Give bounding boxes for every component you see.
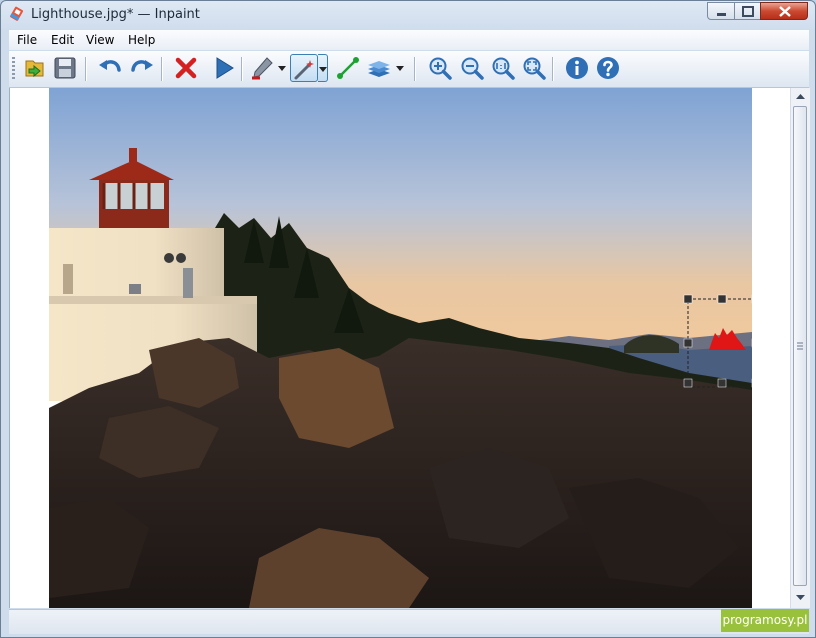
zoom-in-icon (429, 57, 452, 80)
undo-icon (99, 60, 121, 72)
marker-button[interactable] (248, 54, 276, 82)
window-title: Lighthouse.jpg* — Inpaint (31, 7, 200, 22)
app-icon (10, 6, 24, 21)
zoom-in-button[interactable] (426, 54, 454, 82)
watermark-badge: programosy.pl (721, 609, 809, 632)
layers-icon (368, 61, 390, 77)
save-icon (54, 57, 76, 79)
line-icon (337, 57, 359, 79)
maximize-icon (742, 6, 754, 17)
title-bar[interactable]: Lighthouse.jpg* — Inpaint (1, 1, 815, 29)
actual-size-button[interactable] (489, 54, 517, 82)
toolbar-separator (161, 57, 163, 81)
chevron-up-icon (796, 94, 805, 99)
scroll-thumb[interactable] (793, 106, 807, 586)
zoom-out-icon (461, 57, 484, 80)
zoom-out-button[interactable] (458, 54, 486, 82)
layers-button[interactable] (365, 54, 393, 82)
fit-icon (523, 57, 546, 80)
magic-wand-icon (294, 60, 314, 80)
grip-icon (797, 342, 803, 350)
toolbar (9, 51, 809, 88)
toolbar-separator (85, 57, 87, 81)
help-icon (597, 57, 619, 79)
info-icon (566, 57, 588, 79)
chevron-down-icon (319, 67, 327, 72)
marker-dropdown[interactable] (277, 54, 287, 82)
menu-view[interactable]: View (86, 33, 114, 47)
fit-button[interactable] (520, 54, 548, 82)
redo-icon (131, 60, 153, 72)
toolbar-separator (414, 57, 416, 81)
magic-wand-button[interactable] (290, 54, 318, 82)
erase-icon (175, 57, 197, 79)
chevron-down-icon (796, 595, 805, 600)
undo-button[interactable] (96, 54, 124, 82)
close-button[interactable] (760, 2, 808, 20)
status-bar (9, 609, 809, 634)
magic-wand-dropdown[interactable] (318, 54, 328, 82)
scroll-up-button[interactable] (791, 88, 810, 105)
layers-dropdown[interactable] (395, 54, 405, 82)
menu-edit[interactable]: Edit (51, 33, 74, 47)
chevron-down-icon (278, 66, 286, 71)
lighthouse-photo[interactable] (49, 88, 752, 608)
run-button[interactable] (210, 54, 238, 82)
vertical-scrollbar[interactable] (790, 88, 810, 608)
minimize-button[interactable] (707, 2, 735, 20)
info-button[interactable] (563, 54, 591, 82)
open-button[interactable] (21, 54, 49, 82)
redo-button[interactable] (128, 54, 156, 82)
toolbar-grip[interactable] (12, 57, 15, 81)
save-button[interactable] (51, 54, 79, 82)
chevron-down-icon (396, 66, 404, 71)
marker-icon (252, 57, 273, 80)
image-canvas[interactable] (49, 88, 752, 608)
help-button[interactable] (594, 54, 622, 82)
close-icon (779, 6, 791, 17)
open-icon (25, 60, 44, 78)
erase-button[interactable] (172, 54, 200, 82)
run-icon (216, 57, 234, 79)
maximize-button[interactable] (734, 2, 761, 20)
actual-size-icon (492, 57, 515, 80)
workspace (9, 88, 791, 608)
scroll-down-button[interactable] (791, 589, 810, 606)
app-window: Lighthouse.jpg* — Inpaint File Edit View… (0, 0, 816, 638)
menu-help[interactable]: Help (128, 33, 155, 47)
toolbar-separator (552, 57, 554, 81)
menu-file[interactable]: File (17, 33, 37, 47)
menu-bar: File Edit View Help (9, 30, 809, 50)
line-button[interactable] (334, 54, 362, 82)
minimize-icon (717, 13, 726, 16)
toolbar-separator (241, 57, 243, 81)
